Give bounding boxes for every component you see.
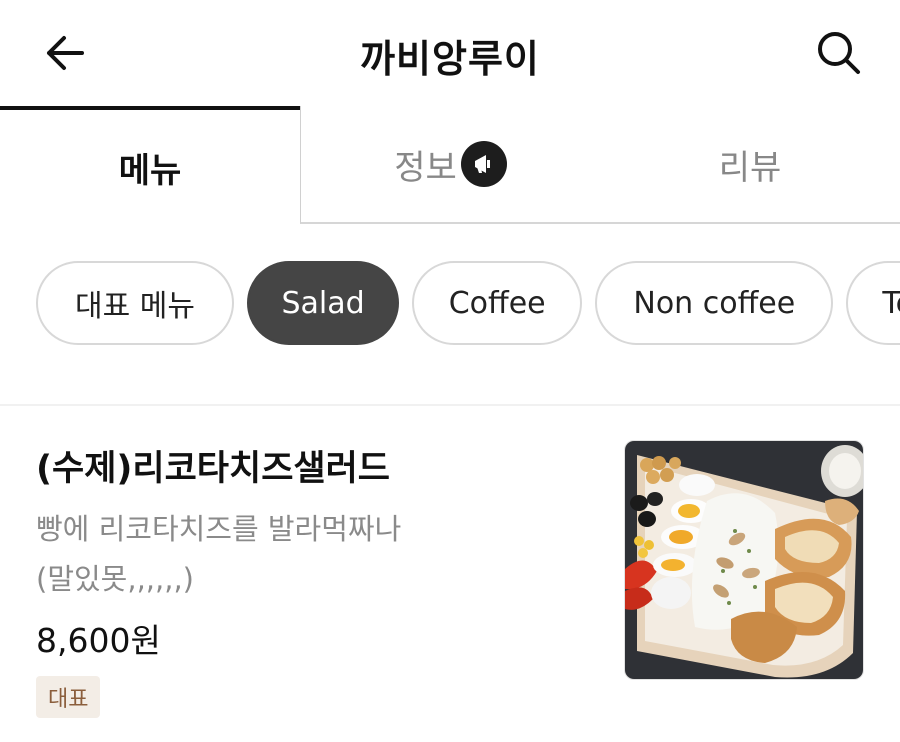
tab-info[interactable]: 정보 [300, 106, 600, 224]
tab-bar: 메뉴 정보 리뷰 [0, 106, 900, 226]
menu-item-photo[interactable] [624, 440, 864, 680]
category-chips: 대표 메뉴 Salad Coffee Non coffee Te [36, 261, 900, 347]
search-button[interactable] [812, 26, 866, 80]
chip-coffee[interactable]: Coffee [412, 261, 583, 345]
megaphone-icon [460, 141, 507, 187]
menu-item-description: 빵에 리코타치즈를 발라먹짜나 (말있못,,,,,,) [36, 512, 402, 596]
tab-review[interactable]: 리뷰 [600, 106, 900, 224]
menu-item-name: (수제)리코타치즈샐러드 [36, 449, 390, 489]
page-title: 까비앙루이 [360, 37, 540, 81]
menu-item-price: 8,600원 [36, 621, 161, 660]
chip-salad[interactable]: Salad [247, 261, 400, 345]
signature-badge: 대표 [36, 676, 101, 718]
chip-tea[interactable]: Te [846, 261, 900, 345]
menu-item[interactable]: (수제)리코타치즈샐러드 빵에 리코타치즈를 발라먹짜나 (말있못,,,,,,)… [0, 406, 900, 742]
tab-review-label: 리뷰 [718, 147, 782, 188]
chip-signature-menu[interactable]: 대표 메뉴 [36, 261, 234, 345]
search-icon [818, 32, 860, 74]
tab-info-label: 정보 [394, 147, 457, 188]
chip-non-coffee[interactable]: Non coffee [595, 261, 834, 345]
tab-menu[interactable]: 메뉴 [0, 106, 300, 224]
tab-menu-label: 메뉴 [118, 150, 182, 191]
app-header: 까비앙루이 [0, 0, 900, 106]
